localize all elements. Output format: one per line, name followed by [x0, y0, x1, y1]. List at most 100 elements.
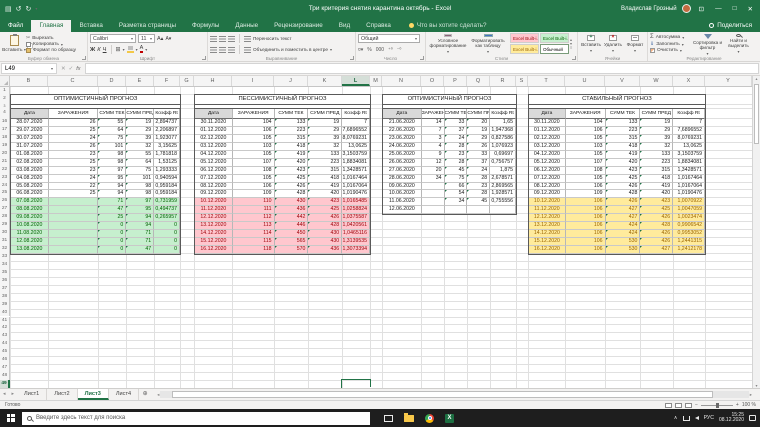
cell[interactable]: 113 — [233, 222, 275, 230]
cell[interactable]: 1,923077 — [154, 135, 180, 143]
row-header-31[interactable]: 31 — [0, 237, 10, 245]
cell[interactable]: 4 — [422, 143, 445, 151]
cell[interactable]: 20 — [422, 167, 445, 175]
cell[interactable]: 1,3139535 — [342, 238, 370, 246]
taskbar-search-input[interactable]: Введите здесь текст для поиска — [22, 412, 370, 425]
dialog-launcher-icon[interactable] — [420, 56, 424, 60]
scroll-right-icon[interactable]: ▸ — [750, 392, 752, 398]
cell[interactable]: 01.12.2020 — [529, 127, 566, 135]
row-header-20[interactable]: 20 — [0, 150, 10, 158]
table-header-cell[interactable]: СУММ ПРЕД — [126, 109, 154, 119]
cell[interactable]: 23.06.2020 — [383, 135, 422, 143]
cell[interactable]: 1,0167064 — [342, 183, 370, 191]
cell[interactable]: 02.08.2020 — [11, 159, 49, 167]
cell[interactable]: 94 — [126, 214, 154, 222]
table-header-cell[interactable]: Дата — [195, 109, 233, 119]
cell[interactable]: 105 — [566, 135, 606, 143]
cell[interactable]: 09.08.2020 — [11, 214, 49, 222]
cell[interactable]: 11.08.2020 — [11, 230, 49, 238]
cell[interactable]: 30.07.2020 — [11, 135, 49, 143]
cell[interactable]: 423 — [640, 198, 673, 206]
column-header-M[interactable]: M — [370, 76, 382, 86]
cell[interactable]: 1,8834081 — [342, 159, 370, 167]
table-header-cell[interactable]: Дата — [11, 109, 49, 119]
копировать-button[interactable]: Копировать▾ — [26, 42, 76, 47]
cell[interactable]: 12.08.2020 — [11, 238, 49, 246]
cell[interactable] — [490, 206, 516, 214]
cell[interactable]: 428 — [275, 190, 309, 198]
wrap-text-icon[interactable] — [244, 36, 251, 42]
cell[interactable]: 0,959184 — [154, 190, 180, 198]
cell[interactable]: 02.12.2020 — [529, 135, 566, 143]
cell[interactable]: 22.06.2020 — [383, 127, 422, 135]
cell[interactable]: 108 — [566, 167, 606, 175]
table-header-cell[interactable]: СУММ ПРЕД — [467, 109, 490, 119]
cell[interactable]: 425 — [640, 206, 673, 214]
cell[interactable]: 1,3428571 — [673, 167, 705, 175]
tab-Данные[interactable]: Данные — [227, 20, 266, 32]
cell[interactable] — [49, 238, 99, 246]
cell[interactable]: 1,0258824 — [342, 206, 370, 214]
align-right-icon[interactable] — [228, 47, 235, 53]
cell[interactable]: 426 — [640, 238, 673, 246]
cell[interactable]: 30.11.2020 — [529, 119, 566, 127]
cell[interactable]: 223 — [640, 159, 673, 167]
автосумма-button[interactable]: ΣАвтосумма▾ — [650, 34, 692, 40]
cell[interactable]: 37 — [467, 159, 490, 167]
cell[interactable]: 55 — [98, 119, 126, 127]
cell[interactable]: 1,0420561 — [342, 222, 370, 230]
cell[interactable]: 23 — [49, 151, 99, 159]
cell[interactable]: 07.12.2020 — [195, 175, 233, 183]
cell[interactable]: 05.08.2020 — [11, 183, 49, 191]
sheet-grid[interactable]: 1234161718192021222324252627282930313233… — [0, 87, 752, 388]
cell[interactable]: 105 — [233, 175, 275, 183]
cell[interactable]: 106 — [566, 222, 606, 230]
column-header-Y[interactable]: Y — [705, 76, 752, 86]
row-header-38[interactable]: 38 — [0, 293, 10, 301]
cell[interactable]: 07.12.2020 — [529, 175, 566, 183]
row-header-22[interactable]: 22 — [0, 166, 10, 174]
cell[interactable]: 2,206897 — [154, 127, 180, 135]
cell[interactable]: 1,0165485 — [342, 198, 370, 206]
row-header-29[interactable]: 29 — [0, 221, 10, 229]
cell[interactable]: 424 — [606, 222, 641, 230]
cell[interactable]: 09.12.2020 — [529, 190, 566, 198]
cell[interactable]: 10.08.2020 — [11, 222, 49, 230]
cell[interactable]: 25 — [98, 214, 126, 222]
cell[interactable]: 223 — [275, 127, 309, 135]
cell[interactable]: 32 — [640, 143, 673, 151]
table-header-cell[interactable]: СУММ ТЕК — [606, 109, 641, 119]
cell[interactable]: 1,2412178 — [673, 246, 705, 254]
task-view-icon[interactable] — [384, 415, 393, 422]
cell[interactable]: 107 — [233, 159, 275, 167]
ribbon-display-options-icon[interactable]: ⊡ — [696, 5, 707, 13]
decrease-decimal-icon[interactable]: ⁻⁰ — [397, 47, 402, 53]
cell[interactable]: 419 — [640, 183, 673, 191]
zoom-slider[interactable] — [701, 405, 733, 406]
cell[interactable]: 106 — [566, 246, 606, 254]
cell[interactable]: 106 — [566, 183, 606, 191]
row-header-17[interactable]: 17 — [0, 126, 10, 134]
cell[interactable]: 0,827586 — [490, 135, 516, 143]
cell[interactable]: 418 — [640, 175, 673, 183]
cell[interactable]: 37 — [445, 127, 468, 135]
cell[interactable]: 420 — [606, 159, 641, 167]
cell[interactable]: 103 — [566, 143, 606, 151]
cell[interactable]: 05.12.2020 — [529, 159, 566, 167]
table-header-cell[interactable]: СУММ ТЕК — [98, 109, 126, 119]
cell[interactable]: 315 — [308, 167, 342, 175]
gallery-scroll-icons[interactable]: ▴▾≡ — [570, 33, 572, 54]
column-header-G[interactable]: G — [180, 76, 194, 86]
cell[interactable] — [49, 230, 99, 238]
cell[interactable]: 13.12.2020 — [529, 222, 566, 230]
cell[interactable]: 05.12.2020 — [195, 159, 233, 167]
tab-Рецензирование[interactable]: Рецензирование — [266, 20, 331, 32]
cell[interactable] — [445, 206, 468, 214]
cell[interactable]: 0,755556 — [490, 198, 516, 206]
cell[interactable]: 1,0190476 — [673, 190, 705, 198]
cell[interactable]: 94 — [98, 183, 126, 191]
fill-color-icon[interactable] — [127, 46, 134, 53]
align-middle-icon[interactable] — [219, 36, 226, 42]
row-header-16[interactable]: 16 — [0, 118, 10, 126]
cell[interactable]: 94 — [126, 222, 154, 230]
